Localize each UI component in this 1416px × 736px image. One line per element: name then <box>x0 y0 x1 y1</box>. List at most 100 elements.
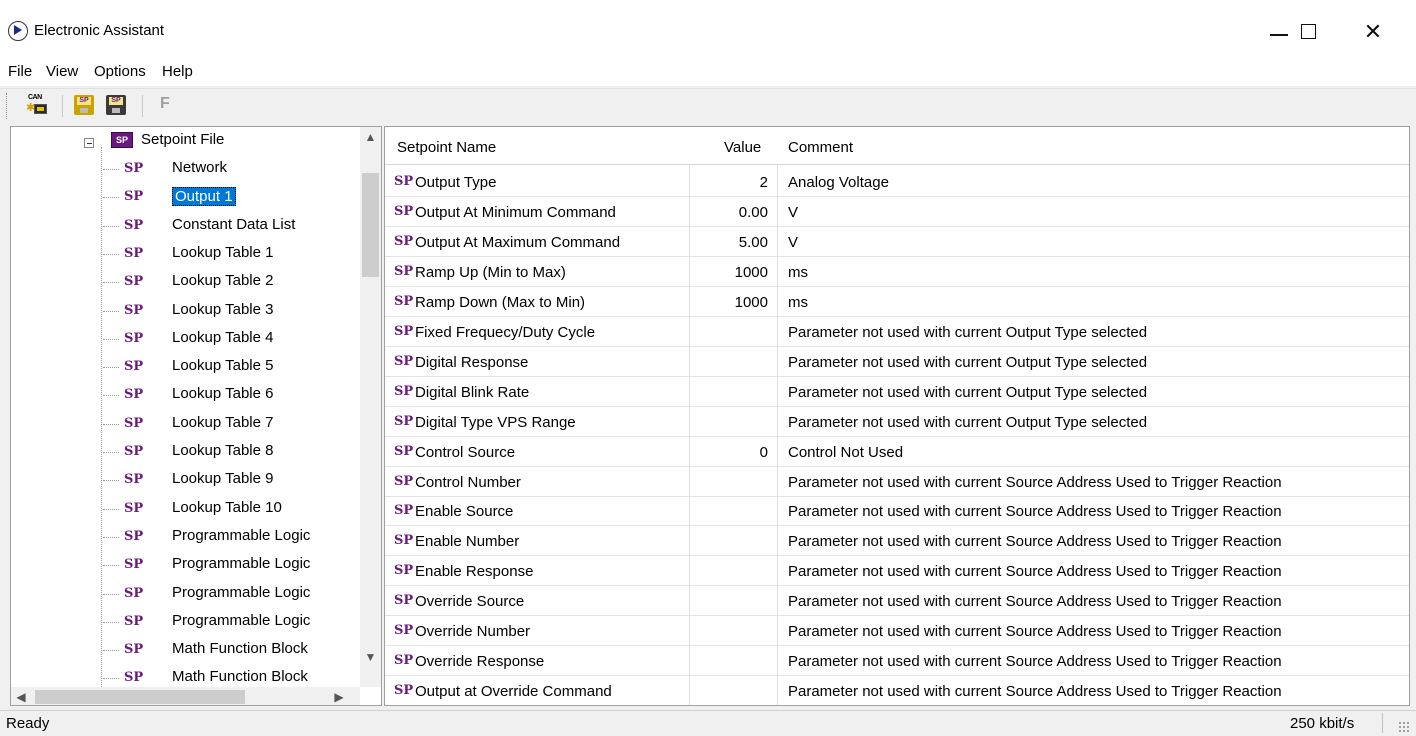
comment-cell: Parameter not used with current Source A… <box>788 683 1282 701</box>
menu-options[interactable]: Options <box>94 63 146 80</box>
header-comment[interactable]: Comment <box>788 139 853 156</box>
status-bitrate: 250 kbit/s <box>1290 715 1355 732</box>
table-row[interactable]: SP Output at Override Command Parameter no… <box>385 676 1409 705</box>
setpoint-tree[interactable]: SP Setpoint File SP Network SP Output 1 SP Co… <box>10 126 382 706</box>
table-row[interactable]: SP Override Source Parameter not used with… <box>385 586 1409 617</box>
setpoint-name-cell: Digital Blink Rate <box>415 383 530 401</box>
table-row[interactable]: SP Output At Minimum Command 0.00 V <box>385 197 1409 227</box>
tree-connector <box>103 253 119 255</box>
tree-item[interactable]: SP Lookup Table 3 <box>11 297 351 325</box>
table-row[interactable]: SP Override Number Parameter not used with… <box>385 616 1409 647</box>
tree-item[interactable]: SP Programmable Logic <box>11 608 351 636</box>
setpoint-name-cell: Override Number <box>415 623 531 641</box>
setpoint-icon: SP <box>394 323 414 339</box>
setpoint-icon: SP <box>124 444 144 459</box>
table-row[interactable]: SP Override Response Parameter not used wi… <box>385 646 1409 677</box>
tree-item[interactable]: SP Lookup Table 5 <box>11 353 351 381</box>
tree-item-label: Output 1 <box>172 187 236 207</box>
tree-item[interactable]: SP Lookup Table 6 <box>11 381 351 409</box>
table-row[interactable]: SP Ramp Up (Min to Max) 1000 ms <box>385 257 1409 287</box>
tree-item-label: Programmable Logic <box>172 526 311 544</box>
tree-item[interactable]: SP Programmable Logic <box>11 580 351 608</box>
tree-item[interactable]: SP Lookup Table 10 <box>11 495 351 523</box>
setpoint-icon: SP <box>124 642 144 658</box>
value-cell[interactable]: 0.00 <box>739 204 768 221</box>
open-setpoint-button[interactable]: SP <box>72 93 96 117</box>
table-row[interactable]: SP Enable Response Parameter not used with… <box>385 556 1409 587</box>
value-cell[interactable]: 2 <box>760 174 768 191</box>
table-row[interactable]: SP Digital Blink Rate Parameter not used w… <box>385 377 1409 407</box>
menu-help[interactable]: Help <box>162 63 193 80</box>
tree-item-label: Programmable Logic <box>172 611 311 629</box>
tree-item[interactable]: SP Programmable Logic <box>11 551 351 579</box>
table-row[interactable]: SP Digital Type VPS Range Parameter not us… <box>385 407 1409 437</box>
table-row[interactable]: SP Ramp Down (Max to Min) 1000 ms <box>385 287 1409 317</box>
setpoint-name-cell: Override Response <box>415 653 545 671</box>
tree-item[interactable]: SP Lookup Table 9 <box>11 466 351 494</box>
value-cell[interactable]: 1000 <box>735 264 768 281</box>
scroll-left-icon[interactable]: ◀ <box>11 687 31 705</box>
tree-connector <box>103 452 119 453</box>
scroll-up-icon[interactable]: ▲ <box>360 127 381 147</box>
table-row[interactable]: SP Enable Number Parameter not used with c… <box>385 526 1409 557</box>
scroll-right-icon[interactable]: ▶ <box>329 687 349 705</box>
comment-cell: Parameter not used with current Source A… <box>788 623 1282 641</box>
close-button[interactable]: ✕ <box>1350 12 1396 52</box>
save-setpoint-button[interactable]: SP <box>104 93 128 117</box>
open-setpoint-icon: SP <box>74 95 94 115</box>
tree-item-label: Lookup Table 7 <box>172 413 274 431</box>
table-row[interactable]: SP Fixed Frequecy/Duty Cycle Parameter not… <box>385 317 1409 347</box>
value-cell[interactable]: 0 <box>760 444 768 461</box>
header-value[interactable]: Value <box>724 139 761 156</box>
comment-cell: Parameter not used with current Output T… <box>788 383 1148 401</box>
setpoint-name-cell: Output at Override Command <box>415 683 612 701</box>
setpoint-icon: SP <box>124 472 144 488</box>
tree-connector <box>103 395 119 397</box>
value-cell[interactable]: 1000 <box>735 294 768 311</box>
maximize-button[interactable] <box>1284 12 1330 52</box>
comment-cell: Parameter not used with current Source A… <box>788 593 1282 611</box>
table-row[interactable]: SP Output Type 2 Analog Voltage <box>385 167 1409 197</box>
scroll-down-icon[interactable]: ▼ <box>360 647 381 667</box>
comment-cell: V <box>788 233 799 251</box>
can-connect-button[interactable]: CAN ✱ <box>26 93 50 117</box>
tree-item-label: Constant Data List <box>172 215 296 233</box>
collapse-icon[interactable] <box>84 138 94 148</box>
flash-button[interactable]: F <box>160 95 170 113</box>
tree-connector <box>103 621 119 623</box>
menu-file[interactable]: File <box>8 63 32 80</box>
header-setpoint-name[interactable]: Setpoint Name <box>397 139 496 156</box>
tree-root-node[interactable]: SP Setpoint File <box>11 127 351 155</box>
tree-item[interactable]: SP Lookup Table 4 <box>11 325 351 353</box>
comment-cell: ms <box>788 293 808 311</box>
resize-grip-icon[interactable] <box>1398 721 1410 733</box>
table-row[interactable]: SP Control Number Parameter not used with … <box>385 467 1409 497</box>
tree-item[interactable]: SP Lookup Table 8 <box>11 438 351 466</box>
tree-item[interactable]: SP Math Function Block <box>11 636 351 664</box>
table-row[interactable]: SP Enable Source Parameter not used with c… <box>385 496 1409 527</box>
table-row[interactable]: SP Output At Maximum Command 5.00 V <box>385 227 1409 257</box>
tree-horizontal-scrollbar[interactable]: ◀ ▶ <box>11 687 360 705</box>
setpoint-icon: SP <box>124 359 144 375</box>
setpoint-grid: Setpoint Name Value Comment SP Output Typ… <box>384 126 1410 706</box>
toolbar-grip[interactable] <box>6 93 9 119</box>
tree-item[interactable]: SP Programmable Logic <box>11 523 351 551</box>
setpoint-icon: SP <box>124 670 144 686</box>
tree-vertical-scrollbar[interactable]: ▲ ▼ <box>360 127 381 687</box>
tree-item[interactable]: SP Lookup Table 2 <box>11 268 351 296</box>
table-row[interactable]: SP Digital Response Parameter not used wit… <box>385 347 1409 377</box>
value-cell[interactable]: 5.00 <box>739 234 768 251</box>
tree-item[interactable]: SP Output 1 <box>11 183 351 211</box>
setpoint-name-cell: Output Type <box>415 174 497 191</box>
scroll-thumb[interactable] <box>362 173 379 277</box>
tree-item[interactable]: SP Constant Data List <box>11 212 351 240</box>
tree-item[interactable]: SP Lookup Table 7 <box>11 410 351 438</box>
scroll-thumb[interactable] <box>35 690 245 704</box>
menu-view[interactable]: View <box>46 63 78 80</box>
setpoint-file-icon: SP <box>111 132 133 148</box>
tree-item[interactable]: SP Network <box>11 155 351 183</box>
tree-item[interactable]: SP Lookup Table 1 <box>11 240 351 268</box>
tree-connector <box>103 508 119 510</box>
table-row[interactable]: SP Control Source 0 Control Not Used <box>385 437 1409 467</box>
comment-cell: Control Not Used <box>788 443 904 461</box>
